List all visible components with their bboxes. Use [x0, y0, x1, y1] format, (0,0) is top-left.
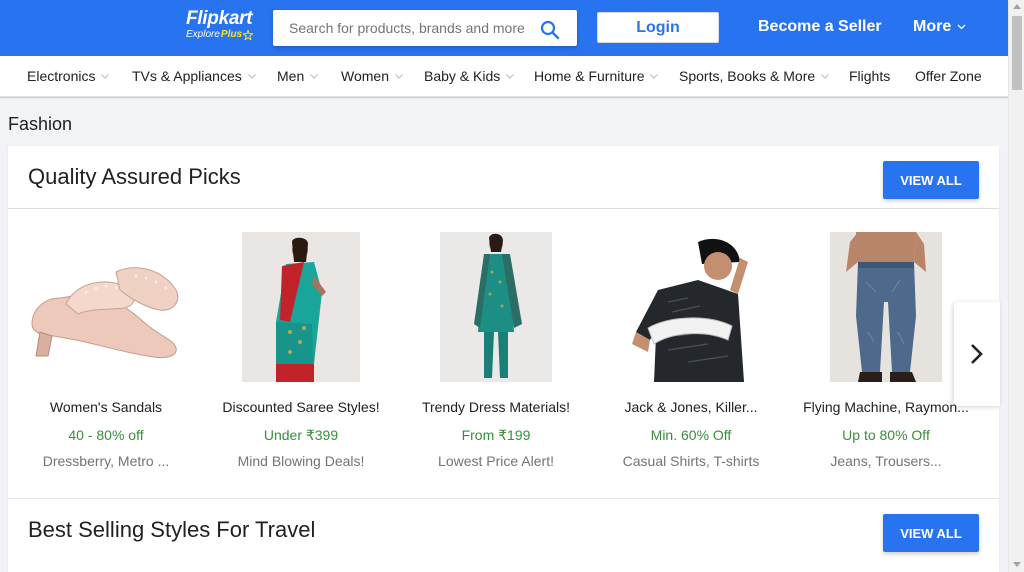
logo-text: Flipkart — [186, 8, 253, 29]
product-subtitle: Lowest Price Alert! — [438, 453, 554, 469]
product-image-dress-material — [440, 232, 552, 382]
search-input[interactable] — [273, 10, 535, 46]
search-icon[interactable] — [540, 20, 560, 40]
nav-item-women[interactable]: Women — [341, 68, 403, 84]
nav-item-label: Offer Zone — [915, 68, 982, 84]
login-button[interactable]: Login — [597, 12, 719, 43]
product-offer: Up to 80% Off — [842, 427, 930, 443]
nav-item-label: TVs & Appliances — [132, 68, 242, 84]
carousel-next-button[interactable] — [954, 302, 1000, 406]
product-name: Jack & Jones, Killer... — [624, 399, 758, 415]
nav-item-label: Electronics — [27, 68, 96, 84]
chevron-down-icon — [101, 73, 110, 79]
section-title: Quality Assured Picks — [28, 164, 241, 189]
product-offer: 40 - 80% off — [68, 427, 144, 443]
flipkart-logo[interactable]: Flipkart Explore Plus — [186, 9, 266, 45]
plus-star-icon — [243, 30, 254, 40]
product-name: Trendy Dress Materials! — [421, 399, 571, 415]
chevron-down-icon — [395, 73, 403, 79]
nav-item-baby-kids[interactable]: Baby & Kids — [424, 68, 515, 84]
product-subtitle: Mind Blowing Deals! — [237, 453, 365, 469]
product-subtitle: Dressberry, Metro ... — [42, 453, 170, 469]
page-section-title: Fashion — [8, 114, 73, 134]
product-image-saree — [242, 232, 360, 382]
best-selling-travel-card: Best Selling Styles For Travel VIEW ALL — [8, 499, 999, 572]
logo-explore: Explore — [186, 29, 220, 40]
product-name: Discounted Saree Styles! — [222, 399, 380, 415]
become-seller-link[interactable]: Become a Seller — [758, 18, 882, 36]
nav-item-label: Flights — [849, 68, 891, 84]
more-label: More — [913, 18, 952, 35]
chevron-down-icon — [821, 73, 830, 79]
search-bar — [273, 10, 577, 46]
logo-subtitle: Explore Plus — [186, 29, 266, 41]
product-card[interactable]: Jack & Jones, Killer... Min. 60% Off Cas… — [593, 232, 789, 472]
chevron-right-icon — [971, 344, 983, 364]
nav-item-label: Home & Furniture — [534, 68, 645, 84]
logo-plus: Plus — [220, 29, 243, 40]
chevron-down-icon — [506, 73, 515, 79]
product-image-tshirt — [628, 232, 754, 382]
nav-item-label: Men — [277, 68, 305, 84]
product-subtitle: Casual Shirts, T-shirts — [622, 453, 760, 469]
chevron-down-icon — [957, 24, 966, 30]
scroll-thumb[interactable] — [1012, 16, 1022, 90]
category-nav: Electronics TVs & Appliances Men Women B… — [0, 56, 1008, 97]
nav-item-flights[interactable]: Flights — [849, 68, 890, 84]
product-card[interactable]: Trendy Dress Materials! From ₹199 Lowest… — [398, 232, 594, 472]
nav-item-label: Baby & Kids — [424, 68, 501, 84]
chevron-down-icon — [310, 73, 319, 79]
quality-assured-picks-card: Quality Assured Picks VIEW ALL Women's S… — [8, 146, 999, 498]
product-offer: Under ₹399 — [263, 427, 339, 443]
product-image-jeans — [830, 232, 942, 382]
page-scrollbar[interactable] — [1008, 0, 1024, 572]
product-card[interactable]: Women's Sandals 40 - 80% off Dressberry,… — [8, 232, 204, 472]
nav-item-label: Women — [341, 68, 389, 84]
chevron-down-icon — [247, 73, 256, 79]
nav-item-offer-zone[interactable]: Offer Zone — [915, 68, 982, 84]
scroll-down-arrow-icon[interactable] — [1013, 562, 1021, 567]
view-all-button[interactable]: VIEW ALL — [883, 161, 979, 199]
view-all-button[interactable]: VIEW ALL — [883, 514, 979, 552]
chevron-down-icon — [650, 73, 659, 79]
section-title: Best Selling Styles For Travel — [28, 517, 316, 542]
product-image-sandals — [26, 232, 186, 382]
divider — [8, 208, 999, 209]
product-name: Women's Sandals — [49, 399, 163, 415]
nav-item-tvs-appliances[interactable]: TVs & Appliances — [132, 68, 256, 84]
top-header: Flipkart Explore Plus Login Become a Sel… — [0, 0, 1008, 56]
nav-item-label: Sports, Books & More — [679, 68, 816, 84]
nav-item-men[interactable]: Men — [277, 68, 319, 84]
product-offer: From ₹199 — [461, 427, 531, 443]
nav-item-electronics[interactable]: Electronics — [27, 68, 110, 84]
nav-item-sports-books[interactable]: Sports, Books & More — [679, 68, 830, 84]
product-subtitle: Jeans, Trousers... — [830, 453, 942, 469]
more-menu[interactable]: More — [913, 18, 966, 36]
product-card[interactable]: Discounted Saree Styles! Under ₹399 Mind… — [203, 232, 399, 472]
product-offer: Min. 60% Off — [650, 427, 732, 443]
scroll-up-arrow-icon[interactable] — [1013, 4, 1021, 9]
nav-item-home-furniture[interactable]: Home & Furniture — [534, 68, 659, 84]
